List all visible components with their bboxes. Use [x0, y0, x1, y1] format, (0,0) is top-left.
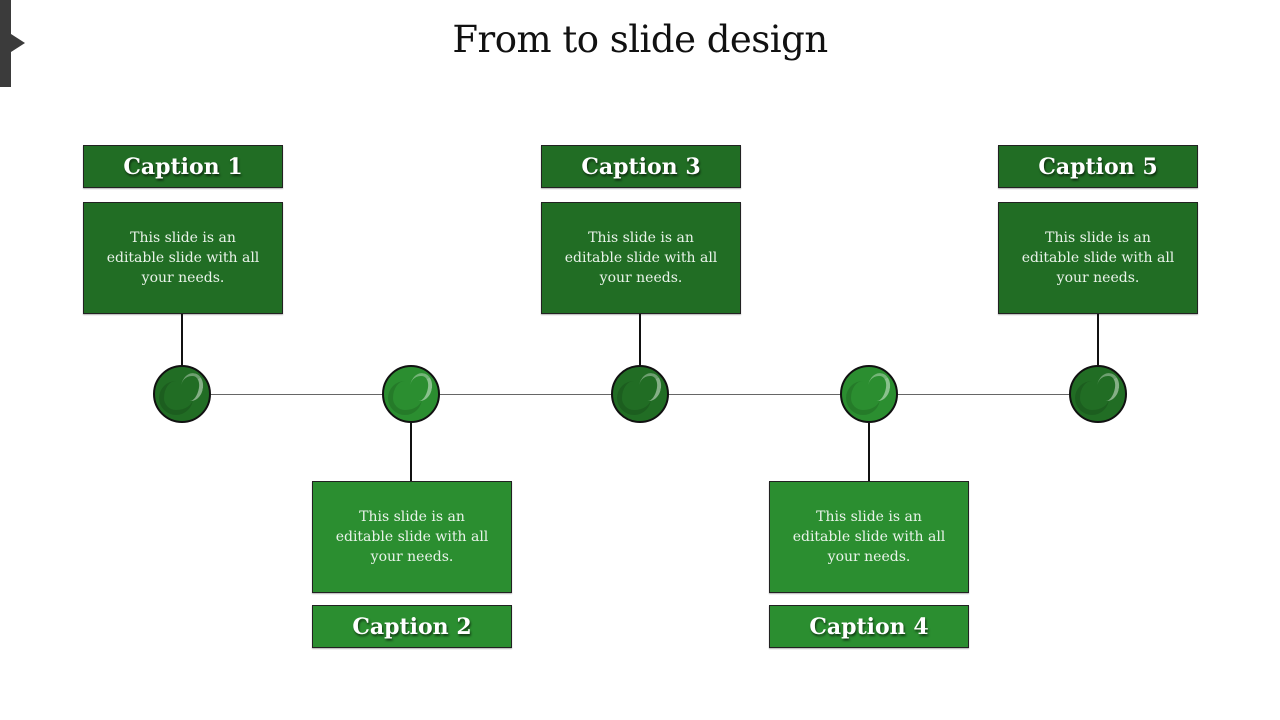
- milestone-3-textbox: This slide is an editable slide with all…: [541, 202, 741, 314]
- milestone-1-connector: [181, 314, 183, 366]
- milestone-5-connector: [1097, 314, 1099, 366]
- caption-5-label: Caption 5: [998, 145, 1198, 188]
- milestone-1-node: [153, 365, 211, 423]
- milestone-5-node: [1069, 365, 1127, 423]
- milestone-4-node: [840, 365, 898, 423]
- milestone-1-textbox: This slide is an editable slide with all…: [83, 202, 283, 314]
- milestone-3-connector: [639, 314, 641, 366]
- milestone-3-text: This slide is an editable slide with all…: [564, 230, 718, 286]
- milestone-3-node: [611, 365, 669, 423]
- milestone-2-connector: [410, 423, 412, 481]
- milestone-2-text: This slide is an editable slide with all…: [335, 509, 489, 565]
- caption-4-label: Caption 4: [769, 605, 969, 648]
- milestone-2-node: [382, 365, 440, 423]
- milestone-5-text: This slide is an editable slide with all…: [1021, 230, 1175, 286]
- milestone-1-text: This slide is an editable slide with all…: [106, 230, 260, 286]
- milestone-4-textbox: This slide is an editable slide with all…: [769, 481, 969, 593]
- slide-title: From to slide design: [452, 18, 828, 61]
- caption-2-label: Caption 2: [312, 605, 512, 648]
- milestone-4-text: This slide is an editable slide with all…: [792, 509, 946, 565]
- milestone-2-textbox: This slide is an editable slide with all…: [312, 481, 512, 593]
- caption-3-label: Caption 3: [541, 145, 741, 188]
- caption-1-label: Caption 1: [83, 145, 283, 188]
- milestone-4-connector: [868, 423, 870, 481]
- milestone-5-textbox: This slide is an editable slide with all…: [998, 202, 1198, 314]
